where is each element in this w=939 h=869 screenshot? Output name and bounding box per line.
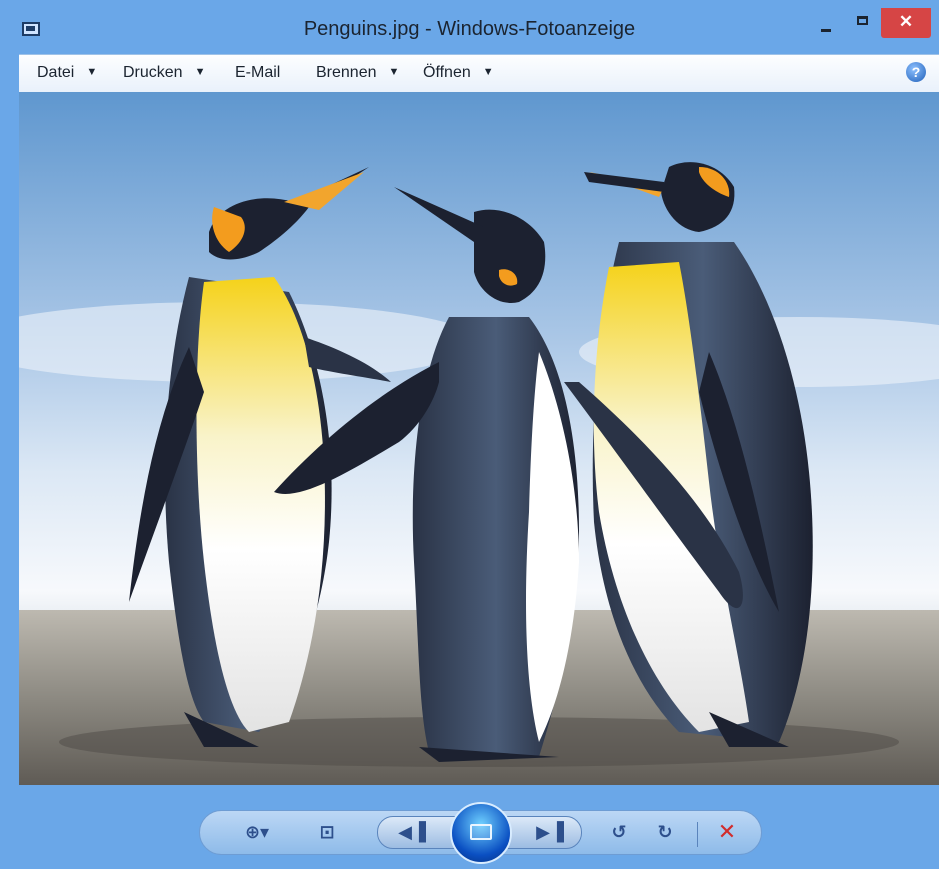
rotate-cw-icon: ↻	[657, 822, 673, 843]
menu-brennen-label: Brennen	[316, 64, 377, 81]
menu-drucken-label: Drucken	[123, 64, 183, 81]
slideshow-button[interactable]	[450, 802, 512, 864]
zoom-button[interactable]: ⊕▾	[232, 821, 282, 845]
chevron-down-icon: ▼	[482, 66, 494, 78]
rotate-ccw-icon: ↺	[611, 822, 627, 843]
previous-button[interactable]: ◀▐	[392, 821, 432, 845]
close-icon: ✕	[898, 12, 914, 31]
delete-button[interactable]: ✕	[712, 821, 742, 845]
menu-oeffnen[interactable]: Öffnen ▼	[423, 64, 494, 82]
bottom-toolbar: ⊕▾ ⊡ ◀▐ ▶▐ ↺ ↻ ✕	[0, 785, 939, 869]
next-icon: ▶▐	[536, 822, 564, 843]
menu-email[interactable]: E-Mail	[235, 64, 280, 82]
window-title: Penguins.jpg - Windows-Fotoanzeige	[303, 18, 636, 40]
toolbar-separator	[697, 822, 698, 847]
photo-viewer-window: Penguins.jpg - Windows-Fotoanzeige ✕ Dat…	[0, 0, 939, 869]
maximize-button[interactable]	[842, 8, 882, 38]
chevron-down-icon: ▼	[86, 66, 98, 78]
next-button[interactable]: ▶▐	[530, 821, 570, 845]
rotate-right-button[interactable]: ↻	[651, 821, 679, 845]
maximize-icon	[857, 16, 868, 25]
menu-oeffnen-label: Öffnen	[423, 64, 471, 81]
menu-bar: Datei ▼ Drucken ▼ E-Mail Brennen ▼ Öffnen ▼ …	[19, 54, 939, 92]
menu-email-label: E-Mail	[235, 64, 281, 81]
menu-datei[interactable]: Datei ▼	[37, 64, 97, 82]
minimize-button[interactable]	[803, 8, 843, 38]
minimize-icon	[821, 29, 831, 32]
close-button[interactable]: ✕	[881, 8, 931, 38]
penguins-photo	[19, 92, 939, 785]
rotate-left-button[interactable]: ↺	[605, 821, 633, 845]
chevron-down-icon: ▼	[194, 66, 206, 78]
fit-icon: ⊡	[319, 822, 335, 843]
zoom-icon: ⊕▾	[244, 822, 270, 843]
help-icon[interactable]: ?	[906, 62, 926, 82]
previous-icon: ◀▐	[398, 822, 426, 843]
title-bar[interactable]: Penguins.jpg - Windows-Fotoanzeige ✕	[0, 0, 939, 54]
delete-icon: ✕	[717, 820, 737, 845]
menu-drucken[interactable]: Drucken ▼	[123, 64, 205, 82]
fit-to-window-button[interactable]: ⊡	[312, 821, 342, 845]
chevron-down-icon: ▼	[388, 66, 400, 78]
menu-datei-label: Datei	[37, 64, 75, 81]
slideshow-icon	[470, 824, 492, 840]
photo-display	[19, 92, 939, 785]
menu-brennen[interactable]: Brennen ▼	[316, 64, 399, 82]
